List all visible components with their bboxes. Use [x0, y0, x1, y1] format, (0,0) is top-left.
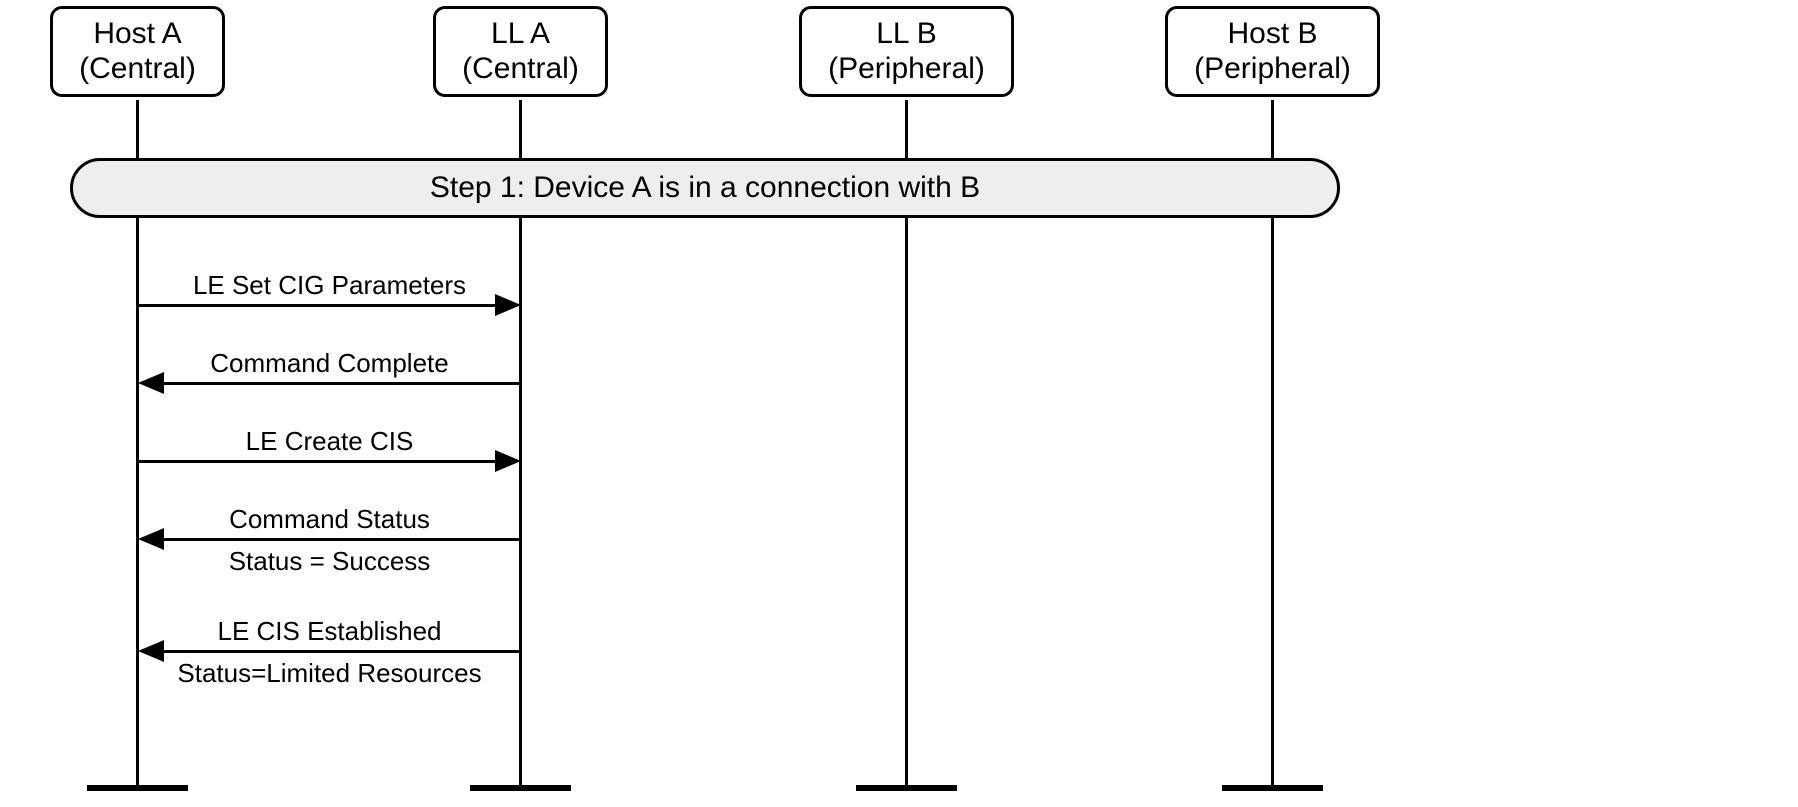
- arrow-head-left-icon: [138, 372, 164, 394]
- participant-host-a: Host A (Central): [50, 6, 225, 97]
- lifeline-foot-ll-b: [856, 785, 957, 791]
- participant-host-b-name: Host B: [1182, 17, 1363, 52]
- message-label: Command Status: [138, 504, 521, 535]
- message-sublabel: Status = Success: [138, 546, 521, 577]
- participant-ll-b-name: LL B: [816, 17, 997, 52]
- message-label: LE Set CIG Parameters: [138, 270, 521, 301]
- arrow-line: [138, 460, 495, 463]
- participant-ll-b-role: (Peripheral): [816, 52, 997, 87]
- arrow-line: [164, 538, 521, 541]
- message-command-status: Command Status Status = Success: [138, 504, 521, 582]
- lifeline-foot-host-b: [1222, 785, 1323, 791]
- participant-ll-a-role: (Central): [450, 52, 591, 87]
- participant-ll-a-name: LL A: [450, 17, 591, 52]
- participant-host-b-role: (Peripheral): [1182, 52, 1363, 87]
- step-banner: Step 1: Device A is in a connection with…: [70, 158, 1340, 218]
- lifeline-foot-host-a: [87, 785, 188, 791]
- message-le-cis-established: LE CIS Established Status=Limited Resour…: [138, 616, 521, 694]
- arrow-head-right-icon: [495, 450, 521, 472]
- message-le-create-cis: LE Create CIS: [138, 426, 521, 476]
- message-le-set-cig-parameters: LE Set CIG Parameters: [138, 270, 521, 320]
- message-sublabel: Status=Limited Resources: [138, 658, 521, 689]
- participant-host-a-name: Host A: [67, 17, 208, 52]
- step-label: Step 1: Device A is in a connection with…: [430, 171, 980, 204]
- message-label: Command Complete: [138, 348, 521, 379]
- participant-host-b: Host B (Peripheral): [1165, 6, 1380, 97]
- lifeline-foot-ll-a: [470, 785, 571, 791]
- message-command-complete: Command Complete: [138, 348, 521, 398]
- message-label: LE CIS Established: [138, 616, 521, 647]
- participant-ll-b: LL B (Peripheral): [799, 6, 1014, 97]
- arrow-line: [164, 650, 521, 653]
- participant-host-a-role: (Central): [67, 52, 208, 87]
- participant-ll-a: LL A (Central): [433, 6, 608, 97]
- message-label: LE Create CIS: [138, 426, 521, 457]
- arrow-head-right-icon: [495, 294, 521, 316]
- arrow-line: [164, 382, 521, 385]
- arrow-line: [138, 304, 495, 307]
- sequence-diagram: Host A (Central) LL A (Central) LL B (Pe…: [0, 0, 1798, 807]
